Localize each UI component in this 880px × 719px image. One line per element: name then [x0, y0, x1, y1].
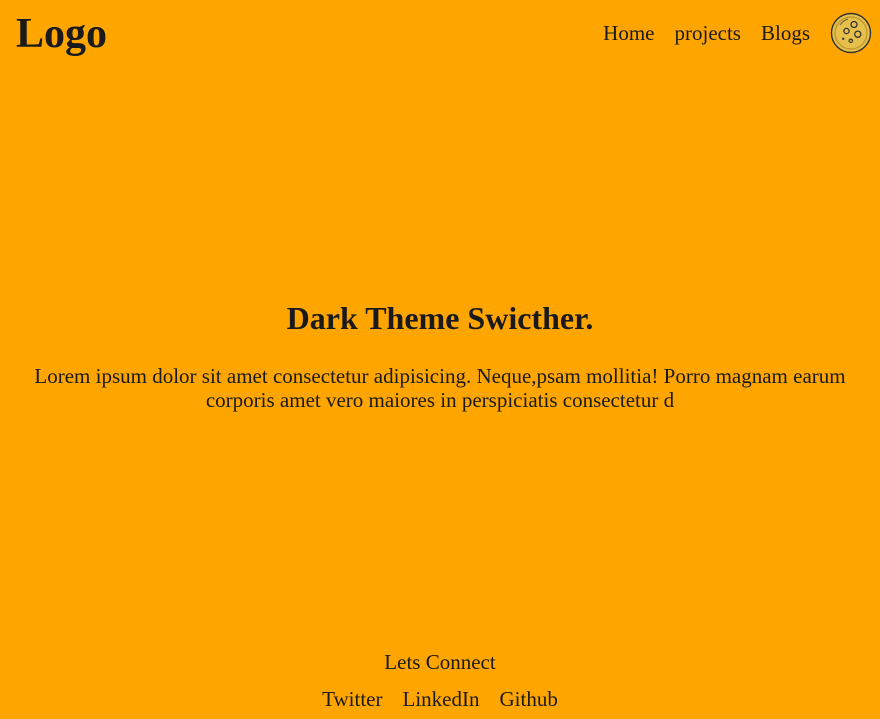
main-navigation: Home projects Blogs — [603, 12, 872, 54]
nav-link-home[interactable]: Home — [603, 12, 654, 54]
nav-link-projects[interactable]: projects — [675, 12, 741, 54]
hero-title: Dark Theme Swicther. — [286, 300, 594, 336]
theme-toggle-button[interactable] — [830, 12, 872, 54]
social-links: Twitter LinkedIn Github — [0, 683, 880, 715]
hero-section: Dark Theme Swicther. Lorem ipsum dolor s… — [0, 296, 880, 412]
linkedin-link[interactable]: LinkedIn — [403, 683, 480, 715]
moon-icon — [830, 12, 872, 54]
logo[interactable]: Logo — [16, 8, 107, 60]
footer-title: Lets Connect — [384, 650, 496, 674]
github-link[interactable]: Github — [500, 683, 558, 715]
hero-description: Lorem ipsum dolor sit amet consectetur a… — [34, 364, 846, 412]
twitter-link[interactable]: Twitter — [322, 683, 382, 715]
nav-link-blogs[interactable]: Blogs — [761, 12, 810, 54]
navbar: Logo Home projects Blogs — [0, 0, 880, 70]
footer: Lets Connect Twitter LinkedIn Github — [0, 646, 880, 715]
